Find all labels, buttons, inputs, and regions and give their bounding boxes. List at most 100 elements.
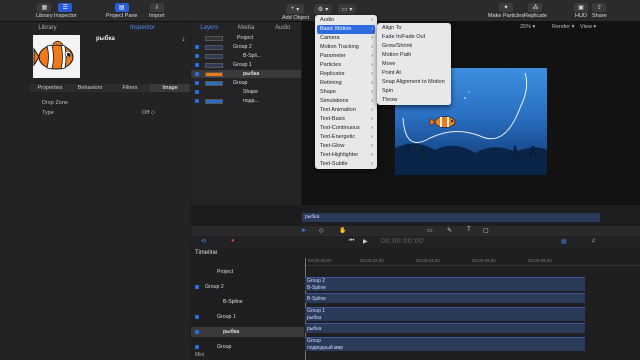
select-tool-icon[interactable]: ➤ [301, 227, 306, 234]
layer-row[interactable]: пода... [191, 97, 301, 105]
menu-item-parameter[interactable]: Parameter › [317, 52, 375, 61]
menu-item-text-animation[interactable]: Text Animation › [317, 106, 375, 115]
layer-row[interactable]: Group 1 [191, 61, 301, 69]
chevron-right-icon: › [371, 35, 373, 41]
enable-checkbox[interactable] [195, 72, 199, 76]
library-button[interactable]: ▦ Library [36, 3, 53, 19]
pin-icon[interactable]: ⇣ [181, 36, 186, 43]
menu-item-snap-alignment[interactable]: Snap Alignment to Motion [379, 78, 449, 87]
shape-tool-icon[interactable]: ◇ [319, 227, 324, 234]
menu-item-move[interactable]: Move [379, 60, 449, 69]
menu-item-particles[interactable]: Particles › [317, 61, 375, 70]
tab-properties[interactable]: Properties [30, 84, 70, 92]
timeline-row[interactable]: Group [191, 342, 304, 352]
enable-checkbox[interactable] [195, 81, 199, 85]
timeline-row[interactable]: B-Spline [191, 297, 304, 307]
menu-item-basic-motion[interactable]: Basic Motion › [317, 25, 375, 34]
behaviors-popup[interactable]: ⚙ ▾ [314, 4, 332, 14]
rectangle-tool-icon[interactable]: ▭ [427, 227, 433, 234]
hud-icon: ▣ [574, 3, 588, 12]
record-icon[interactable]: ● [231, 238, 235, 244]
import-button[interactable]: ⇩ Import [149, 3, 165, 19]
timeline-toggle-icon[interactable]: ▤ [561, 238, 567, 245]
layer-row[interactable]: B-Spli... [191, 52, 301, 60]
timeline-bar[interactable]: Group подводный мир [305, 337, 585, 351]
pen-tool-icon[interactable]: ✎ [447, 227, 452, 234]
menu-item-motion-tracking[interactable]: Motion Tracking › [317, 43, 375, 52]
menu-item-simulations[interactable]: Simulations › [317, 97, 375, 106]
mask-tool-icon[interactable]: ▢ [483, 227, 489, 234]
tab-library[interactable]: Library [0, 25, 95, 31]
enable-checkbox[interactable] [195, 54, 199, 58]
menu-item-spin[interactable]: Spin [379, 87, 449, 96]
loop-icon[interactable]: ⟲ [201, 238, 206, 245]
menu-item-text-energetic[interactable]: Text-Energetic › [317, 133, 375, 142]
tab-inspector[interactable]: Inspector [95, 25, 190, 31]
layer-row[interactable]: Group 2 [191, 43, 301, 51]
menu-item-text-basic[interactable]: Text-Basic › [317, 115, 375, 124]
timeline-row[interactable]: Project [191, 267, 304, 277]
chevron-right-icon: › [371, 26, 373, 32]
mini-timeline-bar[interactable] [302, 213, 600, 222]
make-particles-button[interactable]: ✦ Make Particles [488, 3, 524, 19]
timeline-row-selected[interactable]: рыбка [191, 327, 304, 337]
menu-item-shape[interactable]: Shape › [317, 88, 375, 97]
layer-row[interactable]: Shape [191, 88, 301, 96]
tab-behaviors[interactable]: Behaviors [70, 84, 110, 92]
menu-item-text-highlighter[interactable]: Text-Highlighter › [317, 151, 375, 160]
timeline-row[interactable]: Group 2 [191, 282, 304, 292]
menu-item-fade[interactable]: Fade In/Fade Out [379, 33, 449, 42]
menu-item-point-at[interactable]: Point At [379, 69, 449, 78]
enable-checkbox[interactable] [195, 45, 199, 49]
menu-item-align-to[interactable]: Align To [379, 24, 449, 33]
layer-row-selected[interactable]: рыбка [191, 70, 301, 78]
chevron-right-icon: › [371, 107, 373, 113]
menu-item-text-subtle[interactable]: Text-Subtle › [317, 160, 375, 169]
tab-media[interactable]: Media [228, 25, 265, 31]
view-popup[interactable]: View ▾ [580, 24, 596, 30]
menu-item-audio[interactable]: Audio › [317, 16, 375, 25]
add-object-popup[interactable]: + ▾ [286, 4, 304, 14]
timeline-bar[interactable]: рыбка [305, 323, 585, 333]
timeline-bar[interactable]: Group 2 B-Spline [305, 277, 585, 291]
project-pane-button[interactable]: ▤ Project Pane [106, 3, 138, 19]
audio-timeline-icon[interactable]: ♫ [591, 238, 596, 244]
play-icon[interactable]: ▶ [363, 238, 368, 245]
zoom-popup[interactable]: 25% ▾ [520, 24, 535, 30]
tab-filters[interactable]: Filters [110, 84, 150, 92]
menu-item-text-glow[interactable]: Text-Glow › [317, 142, 375, 151]
timeline-row[interactable]: Group 1 [191, 312, 304, 322]
timeline-bar[interactable]: B-Spline [305, 293, 585, 303]
replicate-button[interactable]: ⁂ Replicate [524, 3, 547, 19]
inspector-button[interactable]: ☰ Inspector [54, 3, 77, 19]
enable-checkbox[interactable] [195, 99, 199, 103]
menu-item-grow-shrink[interactable]: Grow/Shrink [379, 42, 449, 51]
mini-popup[interactable]: Mini [195, 352, 204, 358]
tab-layers[interactable]: Layers [191, 25, 228, 31]
layer-row[interactable]: Group [191, 79, 301, 87]
fish-sprite[interactable] [429, 116, 456, 128]
mini-timeline[interactable]: рыбка [302, 205, 640, 227]
share-button[interactable]: ⇪ Share [592, 3, 607, 19]
tab-audio[interactable]: Audio [264, 25, 301, 31]
enable-checkbox[interactable] [195, 63, 199, 67]
enable-checkbox[interactable] [195, 90, 199, 94]
menu-item-motion-path[interactable]: Motion Path [379, 51, 449, 60]
chevron-right-icon: › [371, 80, 373, 86]
timeline-ruler[interactable]: 00:00:00:00 00:00:02:00 00:00:04:00 00:0… [304, 256, 640, 266]
menu-item-retiming[interactable]: Retiming › [317, 79, 375, 88]
text-tool-icon[interactable]: T [467, 227, 471, 233]
timeline-bar[interactable]: Group 1 рыбка [305, 307, 585, 321]
render-popup[interactable]: Render ▾ [552, 24, 574, 30]
tab-image[interactable]: Image [150, 84, 190, 92]
hand-tool-icon[interactable]: ✋ [339, 227, 346, 234]
menu-item-replicator[interactable]: Replicator › [317, 70, 375, 79]
menu-item-throw[interactable]: Throw [379, 96, 449, 105]
menu-item-text-continuous[interactable]: Text-Continuous › [317, 124, 375, 133]
menu-item-camera[interactable]: Camera › [317, 34, 375, 43]
rewind-icon[interactable]: ⏮ [349, 238, 354, 245]
layer-row[interactable]: Project [191, 34, 301, 42]
type-popup[interactable]: Off ◇ [142, 108, 155, 118]
filters-popup[interactable]: ▭ ▾ [338, 4, 356, 14]
hud-button[interactable]: ▣ HUD [574, 3, 588, 19]
